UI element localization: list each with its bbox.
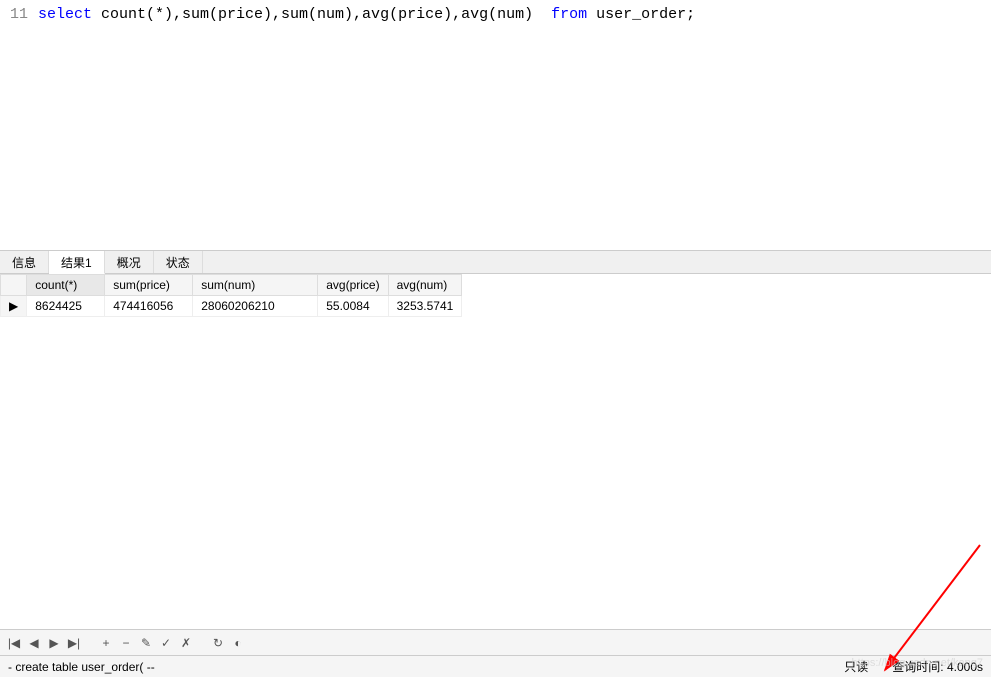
tab-profile[interactable]: 概况 [105,251,154,273]
edit-record-button[interactable]: ✎ [138,635,154,651]
sql-editor[interactable]: 11 select count(*),sum(price),sum(num),a… [0,0,991,250]
cell-count[interactable]: 8624425 [27,296,105,317]
next-record-button[interactable]: ▶ [46,635,62,651]
code-line: 11 select count(*),sum(price),sum(num),a… [0,6,991,23]
code-end: user_order; [587,6,695,23]
column-header-count[interactable]: count(*) [27,275,105,296]
result-table: count(*) sum(price) sum(num) avg(price) … [0,274,462,317]
column-header-avg-price[interactable]: avg(price) [318,275,388,296]
line-number: 11 [0,6,38,23]
prev-record-button[interactable]: ◀ [26,635,42,651]
tab-info[interactable]: 信息 [0,251,49,273]
status-bar: - create table user_order( -- 只读 查询时间: 4… [0,655,991,677]
delete-record-button[interactable]: − [118,635,134,651]
last-record-button[interactable]: ▶| [66,635,82,651]
table-header-row: count(*) sum(price) sum(num) avg(price) … [1,275,462,296]
column-header-avg-num[interactable]: avg(num) [388,275,462,296]
column-header-sum-num[interactable]: sum(num) [193,275,318,296]
cell-sum-price[interactable]: 474416056 [105,296,193,317]
tab-status[interactable]: 状态 [154,251,203,273]
code-middle: count(*),sum(price),sum(num),avg(price),… [92,6,551,23]
refresh-button[interactable]: ↻ [210,635,226,651]
watermark-text: https://blog.csdn.net/kang7 [852,657,983,669]
record-navigation-toolbar: |◀ ◀ ▶ ▶| + − ✎ ✓ ✗ ↻ ◐ [0,629,991,655]
tab-result1[interactable]: 结果1 [49,251,105,274]
row-header-corner [1,275,27,296]
add-record-button[interactable]: + [98,635,114,651]
cell-sum-num[interactable]: 28060206210 [193,296,318,317]
cell-avg-num[interactable]: 3253.5741 [388,296,462,317]
keyword-from: from [551,6,587,23]
keyword-select: select [38,6,92,23]
result-tabs: 信息 结果1 概况 状态 [0,250,991,274]
table-row[interactable]: ▶ 8624425 474416056 28060206210 55.0084 … [1,296,462,317]
cancel-button[interactable]: ✗ [178,635,194,651]
first-record-button[interactable]: |◀ [6,635,22,651]
column-header-sum-price[interactable]: sum(price) [105,275,193,296]
confirm-button[interactable]: ✓ [158,635,174,651]
cell-avg-price[interactable]: 55.0084 [318,296,388,317]
stop-button[interactable]: ◐ [230,635,246,651]
results-grid[interactable]: count(*) sum(price) sum(num) avg(price) … [0,274,991,629]
status-left-text: - create table user_order( -- [8,660,155,674]
code-content: select count(*),sum(price),sum(num),avg(… [38,6,695,23]
row-marker: ▶ [1,296,27,317]
